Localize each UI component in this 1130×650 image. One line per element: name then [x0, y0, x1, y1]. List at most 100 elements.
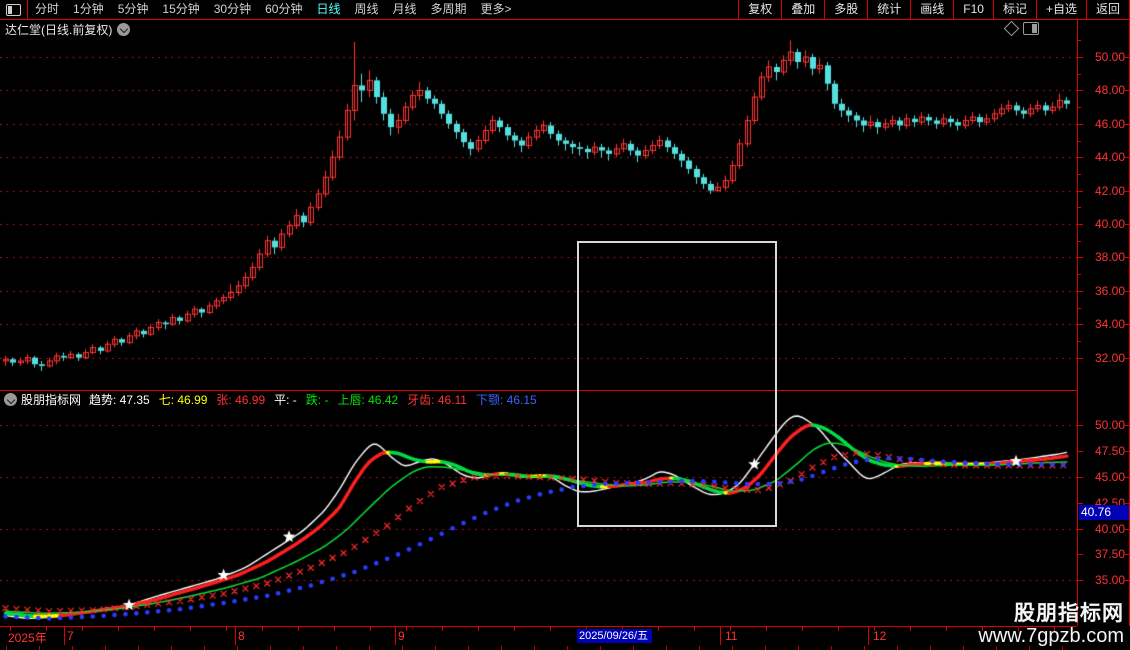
axis-tick [1078, 308, 1081, 309]
axis-divider [868, 627, 869, 645]
week-tick [838, 627, 839, 631]
menu-item-fenshi[interactable]: 分时 [28, 0, 66, 19]
layout-icon[interactable] [0, 0, 28, 19]
price-axis-label: 48.00 [1094, 83, 1125, 97]
menu-item-30min[interactable]: 30分钟 [207, 0, 258, 19]
menu-item-f10[interactable]: F10 [953, 0, 993, 19]
price-axis-label: 44.00 [1094, 150, 1125, 164]
clipped-row-stub [270, 646, 271, 650]
titlebar: 达仁堂(日线.前复权) [0, 20, 1077, 38]
clipped-row-stub [963, 646, 964, 650]
menu-item-tongji[interactable]: 统计 [867, 0, 910, 19]
axis-tick [1125, 90, 1129, 91]
menu-item-1min[interactable]: 1分钟 [66, 0, 111, 19]
axis-tick [1078, 503, 1083, 504]
price-axis-label: 47.50 [1094, 444, 1125, 458]
clipped-row-stub [402, 646, 403, 650]
clipped-row-stub [105, 646, 106, 650]
clipped-row-stub [567, 646, 568, 650]
menu-item-more[interactable]: 更多> [474, 0, 519, 19]
menu-item-daily[interactable]: 日线 [309, 0, 347, 19]
clipped-row-stub [138, 646, 139, 650]
week-tick [154, 627, 155, 631]
axis-tick [1125, 580, 1129, 581]
clipped-row-stub [6, 646, 7, 650]
menu-item-monthly[interactable]: 月线 [386, 0, 424, 19]
axis-tick [1125, 291, 1129, 292]
axis-tick [1078, 57, 1083, 58]
menu-item-zixuan[interactable]: +自选 [1035, 0, 1086, 19]
indicator-field: 下颚: 46.15 [475, 393, 537, 407]
menu-item-biaoji[interactable]: 标记 [992, 0, 1036, 19]
price-axis-label: 35.00 [1094, 573, 1125, 587]
menu-item-duogu[interactable]: 多股 [824, 0, 867, 19]
menu-item-diejia[interactable]: 叠加 [781, 0, 824, 19]
axis-tick [1078, 451, 1083, 452]
indicator-values: 趋势: 47.35 七: 46.99 张: 46.99 平: - 跌: - 上唇: 46.… [89, 391, 546, 408]
week-tick [802, 627, 803, 631]
clipped-row-stub [468, 646, 469, 650]
watermark-site-name: 股朋指标网 [1014, 602, 1124, 625]
indicator-panel-chart[interactable] [0, 408, 1078, 626]
indicator-name[interactable]: 股朋指标网 [21, 391, 81, 408]
menu-item-fuquan[interactable]: 复权 [738, 0, 781, 19]
indicator-field: 上唇: 46.42 [337, 393, 399, 407]
tool-menu: 复权 叠加 多股 统计 画线 F10 标记 +自选 返回 [738, 0, 1130, 19]
clipped-row-stub [204, 646, 205, 650]
indicator-field: 平: - [274, 393, 297, 407]
axis-tick [1078, 477, 1083, 478]
axis-tick [1078, 529, 1083, 530]
week-tick [910, 627, 911, 631]
chevron-down-icon[interactable] [117, 22, 131, 36]
month-label: 9 [398, 629, 405, 643]
axis-tick [1078, 274, 1081, 275]
clipped-row-stub [798, 646, 799, 650]
menu-item-multiperiod[interactable]: 多周期 [424, 0, 474, 19]
clipped-row-stub [501, 646, 502, 650]
price-axis-label: 36.00 [1094, 284, 1125, 298]
menu-item-15min[interactable]: 15分钟 [155, 0, 206, 19]
clipped-row-stub [831, 646, 832, 650]
indicator-field: 趋势: 47.35 [89, 393, 150, 407]
axis-tick [1078, 257, 1083, 258]
year-label: 2025年 [8, 631, 47, 645]
axis-tick [1078, 341, 1081, 342]
menu-item-5min[interactable]: 5分钟 [111, 0, 156, 19]
axis-divider [64, 627, 65, 645]
app-window: 分时 1分钟 5分钟 15分钟 30分钟 60分钟 日线 周线 月线 多周期 更… [0, 0, 1130, 650]
week-tick [658, 627, 659, 631]
clipped-row-stub [369, 646, 370, 650]
diamond-icon[interactable] [1003, 20, 1020, 37]
axis-tick [1078, 291, 1083, 292]
menu-item-fanhui[interactable]: 返回 [1085, 0, 1130, 19]
pane-layout-icon[interactable] [1023, 22, 1039, 35]
axis-tick [1078, 124, 1083, 125]
menu-item-60min[interactable]: 60分钟 [258, 0, 309, 19]
clipped-row-stub [171, 646, 172, 650]
clipped-row-stub [39, 646, 40, 650]
price-axis-label: 50.00 [1094, 418, 1125, 432]
clipped-row-stub [897, 646, 898, 650]
axis-tick [1078, 241, 1081, 242]
annotation-rectangle[interactable] [577, 241, 777, 527]
week-tick [262, 627, 263, 631]
week-tick [334, 627, 335, 631]
week-tick [406, 627, 407, 631]
axis-tick [1078, 191, 1083, 192]
axis-tick [1078, 174, 1081, 175]
axis-tick [1125, 358, 1129, 359]
axis-tick [1125, 257, 1129, 258]
month-label: 8 [238, 629, 245, 643]
axis-tick [1078, 74, 1081, 75]
axis-tick [1078, 141, 1081, 142]
axis-tick [1078, 224, 1083, 225]
indicator-field: 七: 46.99 [158, 393, 208, 407]
axis-tick [1125, 554, 1129, 555]
menu-item-huaxian[interactable]: 画线 [910, 0, 953, 19]
collapse-chevron-icon[interactable] [4, 393, 17, 406]
watermark: 股朋指标网 www.7gpzb.com [978, 602, 1124, 648]
clipped-row-stub [303, 646, 304, 650]
menu-item-weekly[interactable]: 周线 [347, 0, 385, 19]
main-candlestick-chart[interactable] [0, 38, 1078, 390]
week-tick [298, 627, 299, 631]
